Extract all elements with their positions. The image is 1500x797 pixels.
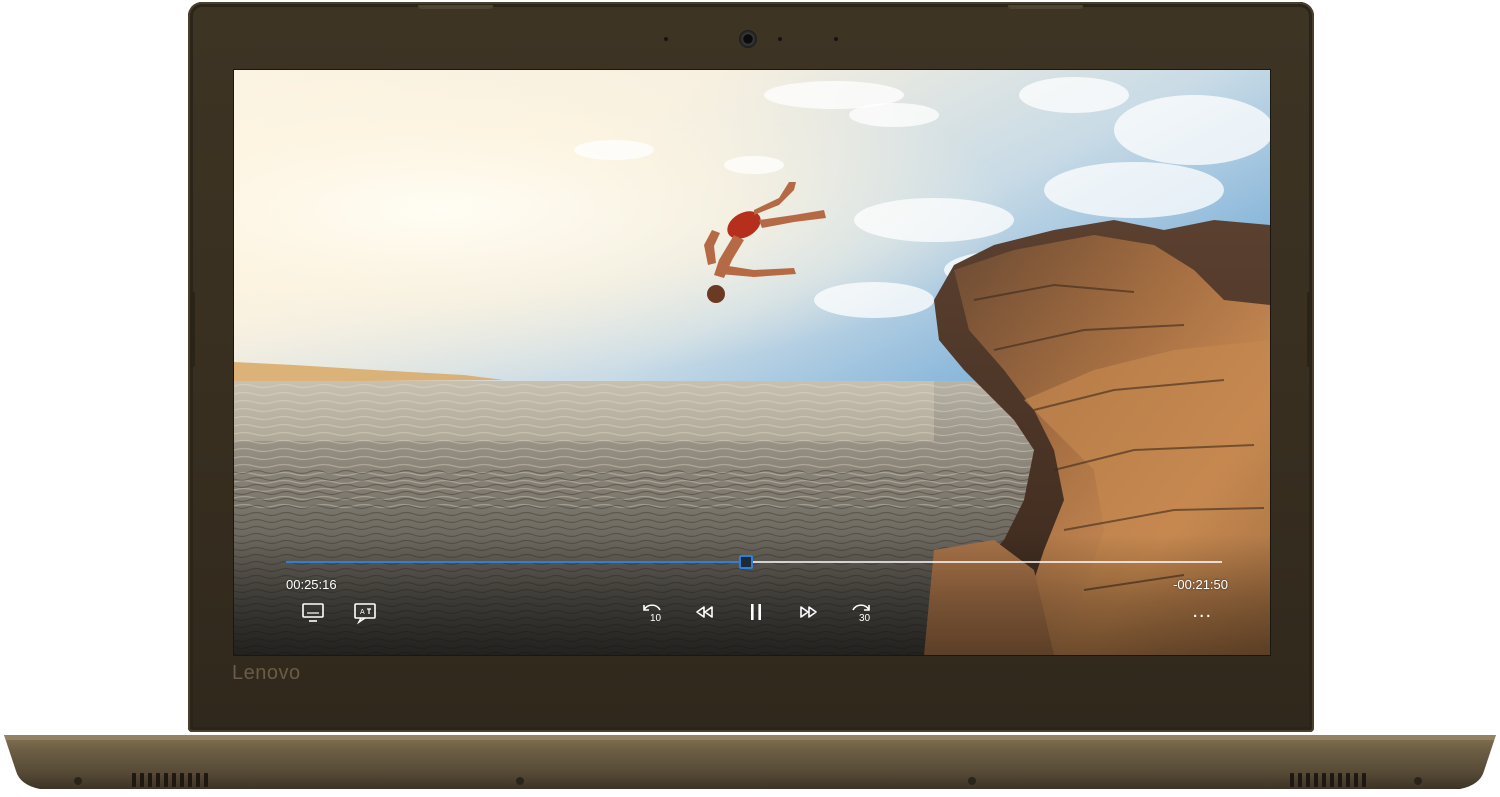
pause-icon bbox=[751, 604, 761, 620]
cast-button[interactable] bbox=[298, 597, 328, 627]
skip-back-seconds: 10 bbox=[650, 613, 662, 624]
laptop-base bbox=[0, 733, 1500, 795]
seek-bar-progress bbox=[286, 561, 745, 563]
svg-text:A: A bbox=[360, 609, 365, 616]
sensor-dot bbox=[778, 37, 782, 41]
lid-notch-right bbox=[1008, 5, 1083, 9]
subtitles-button[interactable]: A bbox=[350, 597, 380, 627]
brand-logo: Lenovo bbox=[232, 662, 301, 684]
seek-bar[interactable] bbox=[286, 555, 1222, 569]
fast-forward-button[interactable] bbox=[793, 597, 823, 627]
closed-captions-icon: A bbox=[354, 603, 376, 625]
sensor-dot bbox=[664, 37, 668, 41]
seek-bar-thumb[interactable] bbox=[738, 555, 753, 569]
skip-forward-seconds: 30 bbox=[859, 613, 871, 624]
elapsed-time: 00:25:16 bbox=[286, 577, 337, 592]
lid-side-edge-right bbox=[1307, 292, 1312, 367]
rewind-icon bbox=[696, 606, 713, 618]
webcam-icon bbox=[739, 30, 757, 48]
fast-forward-icon bbox=[800, 606, 817, 618]
rewind-button[interactable] bbox=[690, 597, 720, 627]
sensor-dot bbox=[834, 37, 838, 41]
media-controls: 00:25:16 -00:21:50 A 10 30 ... bbox=[234, 535, 1270, 655]
more-options-icon[interactable]: ... bbox=[1192, 601, 1212, 621]
pause-button[interactable] bbox=[741, 597, 771, 627]
skip-forward-button[interactable]: 30 bbox=[846, 597, 876, 627]
cast-to-device-icon bbox=[302, 603, 324, 622]
remaining-time: -00:21:50 bbox=[1173, 577, 1228, 592]
skip-back-button[interactable]: 10 bbox=[637, 597, 667, 627]
lid-notch-left bbox=[418, 5, 493, 9]
video-player-screen[interactable]: 00:25:16 -00:21:50 A 10 30 ... bbox=[233, 69, 1271, 656]
lid-side-edge-left bbox=[190, 292, 195, 367]
